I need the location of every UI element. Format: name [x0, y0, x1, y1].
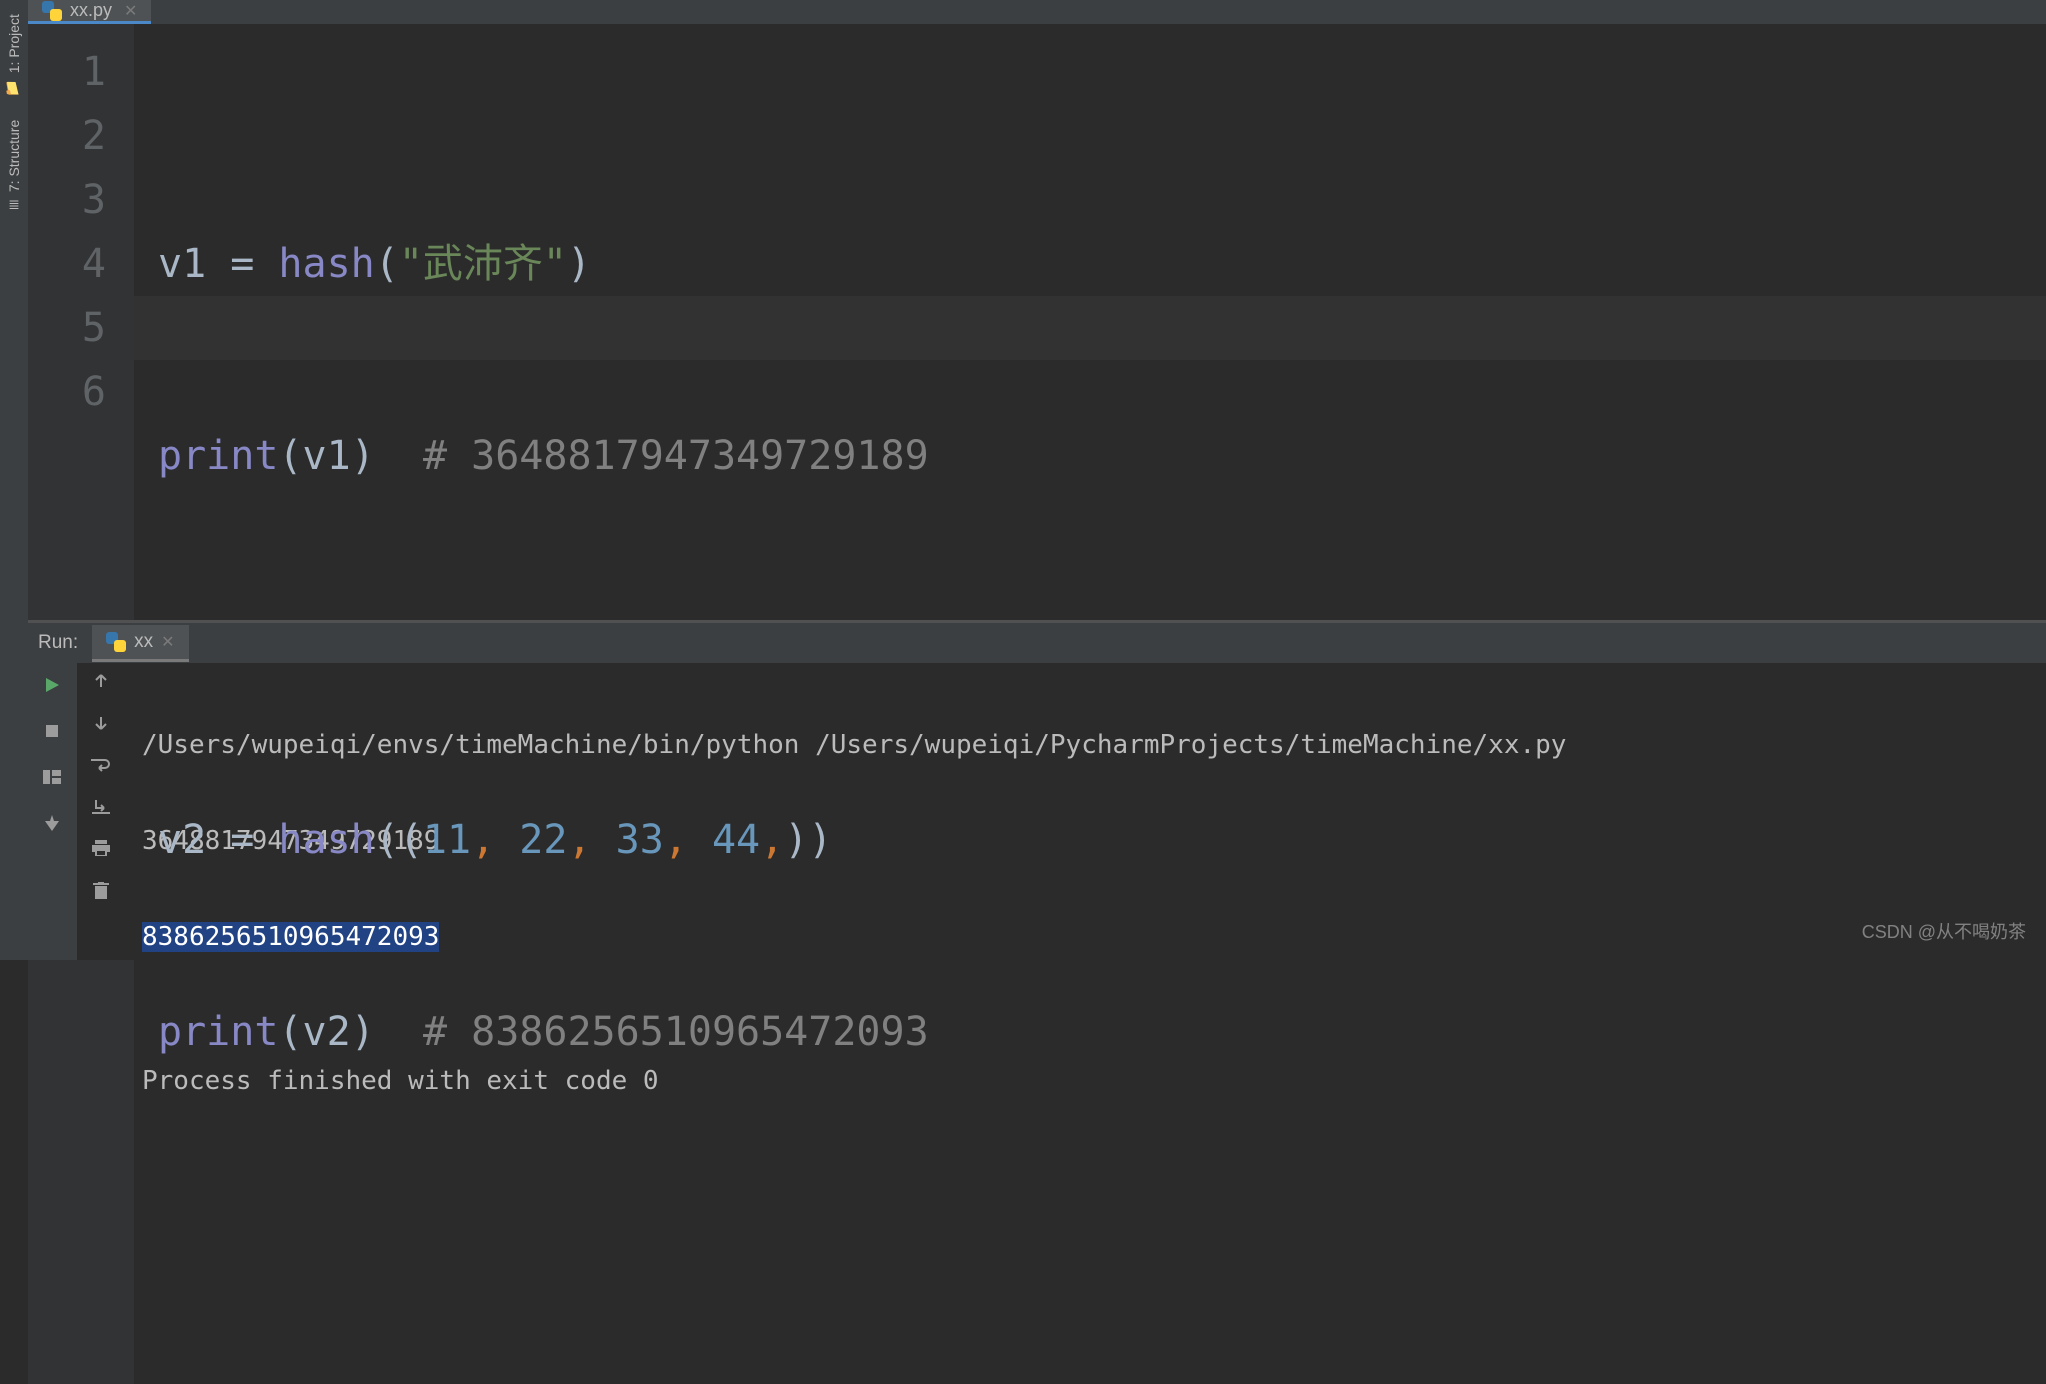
- line-number: 5: [28, 296, 106, 360]
- line-number: 4: [28, 232, 106, 296]
- line-number: 3: [28, 168, 106, 232]
- soft-wrap-icon[interactable]: [91, 757, 111, 776]
- run-nav: [76, 663, 124, 960]
- layout-button[interactable]: [40, 765, 64, 789]
- run-label: Run:: [38, 632, 92, 654]
- scroll-up-icon[interactable]: [93, 673, 109, 693]
- run-button[interactable]: [40, 673, 64, 697]
- scroll-to-end-icon[interactable]: [92, 798, 110, 818]
- run-tab-label: xx: [134, 631, 153, 653]
- watermark: CSDN @从不喝奶茶: [1862, 918, 2026, 944]
- line-number: 6: [28, 360, 106, 424]
- editor-tab-label: xx.py: [70, 0, 112, 21]
- python-icon: [42, 1, 62, 21]
- console-line: /Users/wupeiqi/envs/timeMachine/bin/pyth…: [142, 721, 2028, 769]
- editor-area: xx.py ✕ 1 2 3 4 5 6 v1 = hash("武沛齐") pri…: [28, 0, 2046, 620]
- tool-structure[interactable]: ≣ 7: Structure: [4, 112, 24, 218]
- tool-structure-label: 7: Structure: [6, 120, 22, 192]
- editor-tabbar: xx.py ✕: [28, 0, 2046, 24]
- stop-button[interactable]: [40, 719, 64, 743]
- tool-project[interactable]: 📁 1: Project: [4, 6, 24, 104]
- close-icon[interactable]: ✕: [120, 1, 137, 21]
- console-line: Process finished with exit code 0: [142, 1057, 2028, 1105]
- line-number: 2: [28, 104, 106, 168]
- current-line-highlight: [134, 296, 2046, 360]
- left-tool-strip: 📁 1: Project ≣ 7: Structure: [0, 0, 28, 960]
- python-icon: [106, 632, 126, 652]
- line-number: 1: [28, 40, 106, 104]
- console-line: 8386256510965472093: [142, 913, 2028, 961]
- editor-tab-xx[interactable]: xx.py ✕: [28, 0, 151, 24]
- pin-button[interactable]: [40, 811, 64, 835]
- selected-text: 8386256510965472093: [142, 922, 439, 952]
- scroll-down-icon[interactable]: [93, 715, 109, 735]
- run-controls: [28, 663, 76, 960]
- trash-icon[interactable]: [93, 882, 109, 904]
- tool-project-label: 1: Project: [6, 14, 22, 73]
- print-icon[interactable]: [92, 840, 110, 860]
